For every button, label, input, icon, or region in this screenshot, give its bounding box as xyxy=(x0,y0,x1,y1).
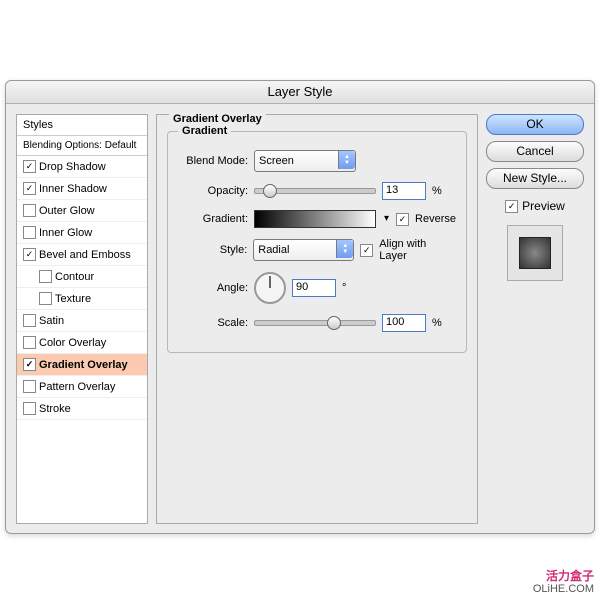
style-item-label: Drop Shadow xyxy=(39,161,106,173)
blend-mode-select[interactable]: Screen ▲▼ xyxy=(254,150,356,172)
style-checkbox[interactable] xyxy=(39,292,52,305)
style-item-label: Outer Glow xyxy=(39,205,95,217)
gradient-group: Gradient Blend Mode: Screen ▲▼ Opacity: … xyxy=(167,131,467,353)
style-item-drop-shadow[interactable]: ✓Drop Shadow xyxy=(17,156,147,178)
style-item-label: Satin xyxy=(39,315,64,327)
angle-label: Angle: xyxy=(178,282,248,294)
style-item-label: Inner Shadow xyxy=(39,183,107,195)
pct-label: % xyxy=(432,185,442,197)
blend-mode-value: Screen xyxy=(259,155,294,167)
dropdown-arrows-icon: ▲▼ xyxy=(338,151,355,169)
scale-slider[interactable] xyxy=(254,320,376,326)
right-panel: OK Cancel New Style... ✓ Preview xyxy=(486,114,584,524)
style-checkbox[interactable] xyxy=(23,380,36,393)
watermark-en: OLiHE.COM xyxy=(533,583,594,596)
align-label: Align with Layer xyxy=(379,238,456,262)
blend-mode-label: Blend Mode: xyxy=(178,155,248,167)
ok-button[interactable]: OK xyxy=(486,114,584,135)
dropdown-arrows-icon: ▲▼ xyxy=(336,240,353,258)
gradient-group-label: Gradient xyxy=(178,125,231,137)
style-checkbox[interactable] xyxy=(23,402,36,415)
style-item-label: Bevel and Emboss xyxy=(39,249,131,261)
style-item-bevel-and-emboss[interactable]: ✓Bevel and Emboss xyxy=(17,244,147,266)
style-item-outer-glow[interactable]: Outer Glow xyxy=(17,200,147,222)
new-style-button[interactable]: New Style... xyxy=(486,168,584,189)
style-item-pattern-overlay[interactable]: Pattern Overlay xyxy=(17,376,147,398)
style-item-label: Stroke xyxy=(39,403,71,415)
panel-title: Gradient Overlay xyxy=(169,113,266,125)
angle-dial[interactable] xyxy=(254,272,286,304)
style-item-stroke[interactable]: Stroke xyxy=(17,398,147,420)
style-value: Radial xyxy=(258,244,289,256)
layer-style-dialog: Layer Style Styles Blending Options: Def… xyxy=(5,80,595,534)
watermark-cn: 活力盒子 xyxy=(533,570,594,583)
style-checkbox[interactable]: ✓ xyxy=(23,358,36,371)
gradient-swatch[interactable]: ▾ xyxy=(254,210,376,228)
gradient-label: Gradient: xyxy=(178,213,248,225)
styles-header[interactable]: Styles xyxy=(17,115,147,136)
style-item-satin[interactable]: Satin xyxy=(17,310,147,332)
style-item-label: Color Overlay xyxy=(39,337,106,349)
cancel-button[interactable]: Cancel xyxy=(486,141,584,162)
style-item-gradient-overlay[interactable]: ✓Gradient Overlay xyxy=(17,354,147,376)
watermark: 活力盒子 OLiHE.COM xyxy=(533,570,594,596)
style-label: Style: xyxy=(178,244,247,256)
style-item-contour[interactable]: Contour xyxy=(17,266,147,288)
style-checkbox[interactable] xyxy=(23,336,36,349)
opacity-slider[interactable] xyxy=(254,188,376,194)
style-checkbox[interactable]: ✓ xyxy=(23,160,36,173)
style-item-inner-glow[interactable]: Inner Glow xyxy=(17,222,147,244)
slider-thumb[interactable] xyxy=(327,316,341,330)
preview-box xyxy=(507,225,563,281)
pct-label: % xyxy=(432,317,442,329)
style-checkbox[interactable]: ✓ xyxy=(23,182,36,195)
style-checkbox[interactable]: ✓ xyxy=(23,248,36,261)
degree-label: ° xyxy=(342,282,346,294)
dropdown-arrow-icon[interactable]: ▾ xyxy=(384,213,389,224)
style-select[interactable]: Radial ▲▼ xyxy=(253,239,354,261)
opacity-input[interactable]: 13 xyxy=(382,182,426,200)
style-item-texture[interactable]: Texture xyxy=(17,288,147,310)
main-panel: Gradient Overlay Gradient Blend Mode: Sc… xyxy=(156,114,478,524)
style-checkbox[interactable] xyxy=(23,314,36,327)
styles-panel: Styles Blending Options: Default ✓Drop S… xyxy=(16,114,148,524)
style-item-inner-shadow[interactable]: ✓Inner Shadow xyxy=(17,178,147,200)
slider-thumb[interactable] xyxy=(263,184,277,198)
dialog-title: Layer Style xyxy=(6,81,594,104)
style-checkbox[interactable] xyxy=(23,204,36,217)
style-checkbox[interactable] xyxy=(23,226,36,239)
preview-label: Preview xyxy=(522,199,565,213)
style-item-label: Gradient Overlay xyxy=(39,359,128,371)
preview-checkbox[interactable]: ✓ xyxy=(505,200,518,213)
style-checkbox[interactable] xyxy=(39,270,52,283)
reverse-checkbox[interactable]: ✓ xyxy=(396,213,409,226)
reverse-label: Reverse xyxy=(415,213,456,225)
style-item-label: Texture xyxy=(55,293,91,305)
opacity-label: Opacity: xyxy=(178,185,248,197)
scale-input[interactable]: 100 xyxy=(382,314,426,332)
style-item-label: Inner Glow xyxy=(39,227,92,239)
blending-options-row[interactable]: Blending Options: Default xyxy=(17,136,147,156)
angle-input[interactable]: 90 xyxy=(292,279,336,297)
align-checkbox[interactable]: ✓ xyxy=(360,244,373,257)
style-item-label: Contour xyxy=(55,271,94,283)
preview-swatch xyxy=(519,237,551,269)
style-item-label: Pattern Overlay xyxy=(39,381,115,393)
style-item-color-overlay[interactable]: Color Overlay xyxy=(17,332,147,354)
scale-label: Scale: xyxy=(178,317,248,329)
